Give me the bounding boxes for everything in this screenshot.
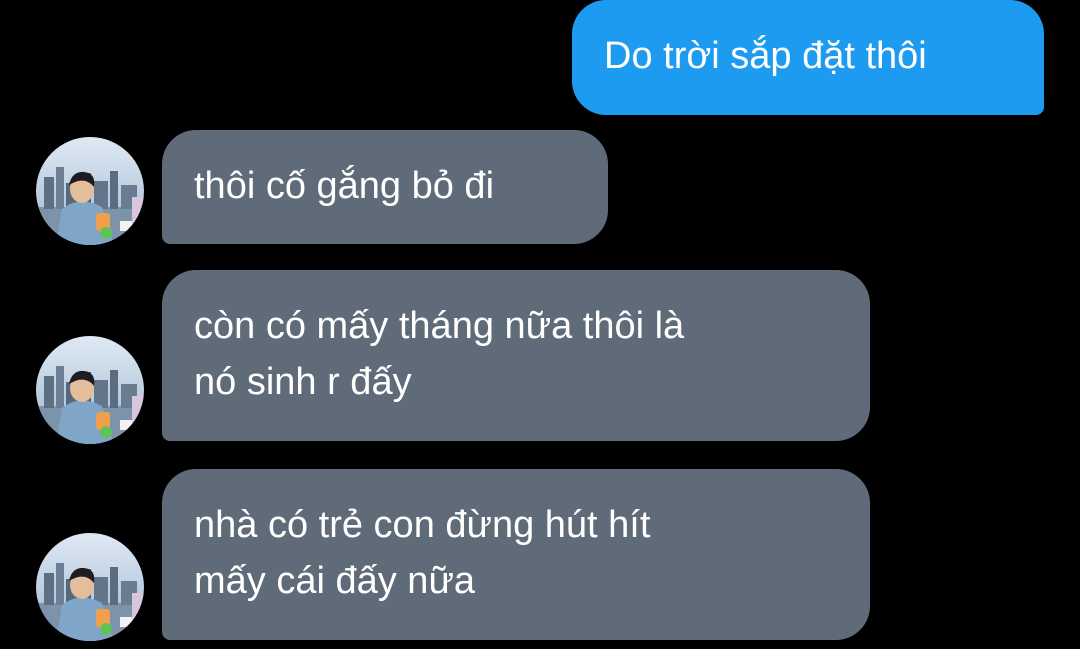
contact-avatar[interactable]: [36, 533, 144, 641]
contact-avatar[interactable]: [36, 336, 144, 444]
outgoing-message-bubble[interactable]: Do trời sắp đặt thôi: [572, 0, 1044, 115]
incoming-message-bubble[interactable]: thôi cố gắng bỏ đi: [162, 130, 608, 244]
avatar-photo-icon: [36, 336, 144, 444]
avatar-photo-icon: [36, 533, 144, 641]
avatar-photo-icon: [36, 137, 144, 245]
incoming-message-bubble[interactable]: còn có mấy tháng nữa thôi là nó sinh r đ…: [162, 270, 870, 441]
contact-avatar[interactable]: [36, 137, 144, 245]
incoming-message-bubble[interactable]: nhà có trẻ con đừng hút hít mấy cái đấy …: [162, 469, 870, 640]
